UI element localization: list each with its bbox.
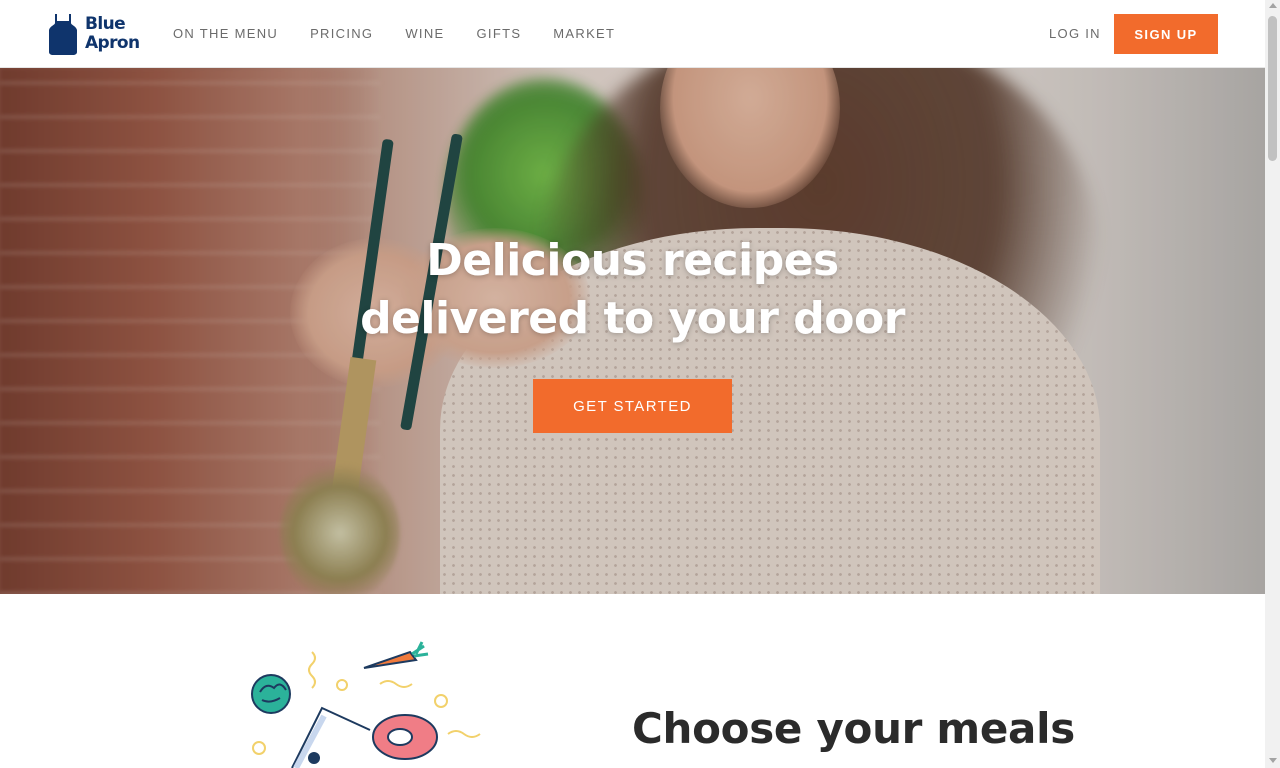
get-started-button[interactable]: GET STARTED — [533, 379, 732, 433]
main-nav: ON THE MENU PRICING WINE GIFTS MARKET — [173, 0, 647, 67]
hero-section: Delicious recipes delivered to your door… — [0, 68, 1265, 594]
scroll-up-arrow-icon[interactable] — [1269, 3, 1277, 8]
nav-wine[interactable]: WINE — [405, 26, 444, 41]
cabbage-icon — [251, 674, 291, 714]
login-link[interactable]: LOG IN — [1049, 26, 1101, 41]
choose-meals-section: Choose your meals — [0, 594, 1265, 768]
page: Blue Apron ON THE MENU PRICING WINE GIFT… — [0, 0, 1265, 768]
nav-market[interactable]: MARKET — [553, 26, 615, 41]
steak-icon — [372, 714, 438, 760]
site-header: Blue Apron ON THE MENU PRICING WINE GIFT… — [0, 0, 1265, 68]
logo-line2: Apron — [85, 33, 140, 53]
nav-pricing[interactable]: PRICING — [310, 26, 373, 41]
nav-gifts[interactable]: GIFTS — [477, 26, 522, 41]
hero-headline: Delicious recipes delivered to your door — [0, 232, 1265, 348]
signup-button[interactable]: SIGN UP — [1114, 14, 1218, 54]
nav-on-the-menu[interactable]: ON THE MENU — [173, 26, 278, 41]
hero-headline-line1: Delicious recipes — [426, 235, 839, 286]
logo-wordmark: Blue Apron — [85, 15, 140, 53]
carrot-icon — [363, 641, 429, 669]
section-title: Choose your meals — [632, 704, 1075, 753]
scrollbar-thumb[interactable] — [1268, 16, 1277, 161]
logo-line1: Blue — [85, 14, 126, 34]
food-illustration — [251, 641, 481, 768]
apron-icon — [49, 14, 77, 55]
hero-headline-line2: delivered to your door — [360, 293, 905, 344]
scroll-down-arrow-icon[interactable] — [1269, 758, 1277, 763]
blue-apron-logo[interactable]: Blue Apron — [47, 12, 147, 56]
